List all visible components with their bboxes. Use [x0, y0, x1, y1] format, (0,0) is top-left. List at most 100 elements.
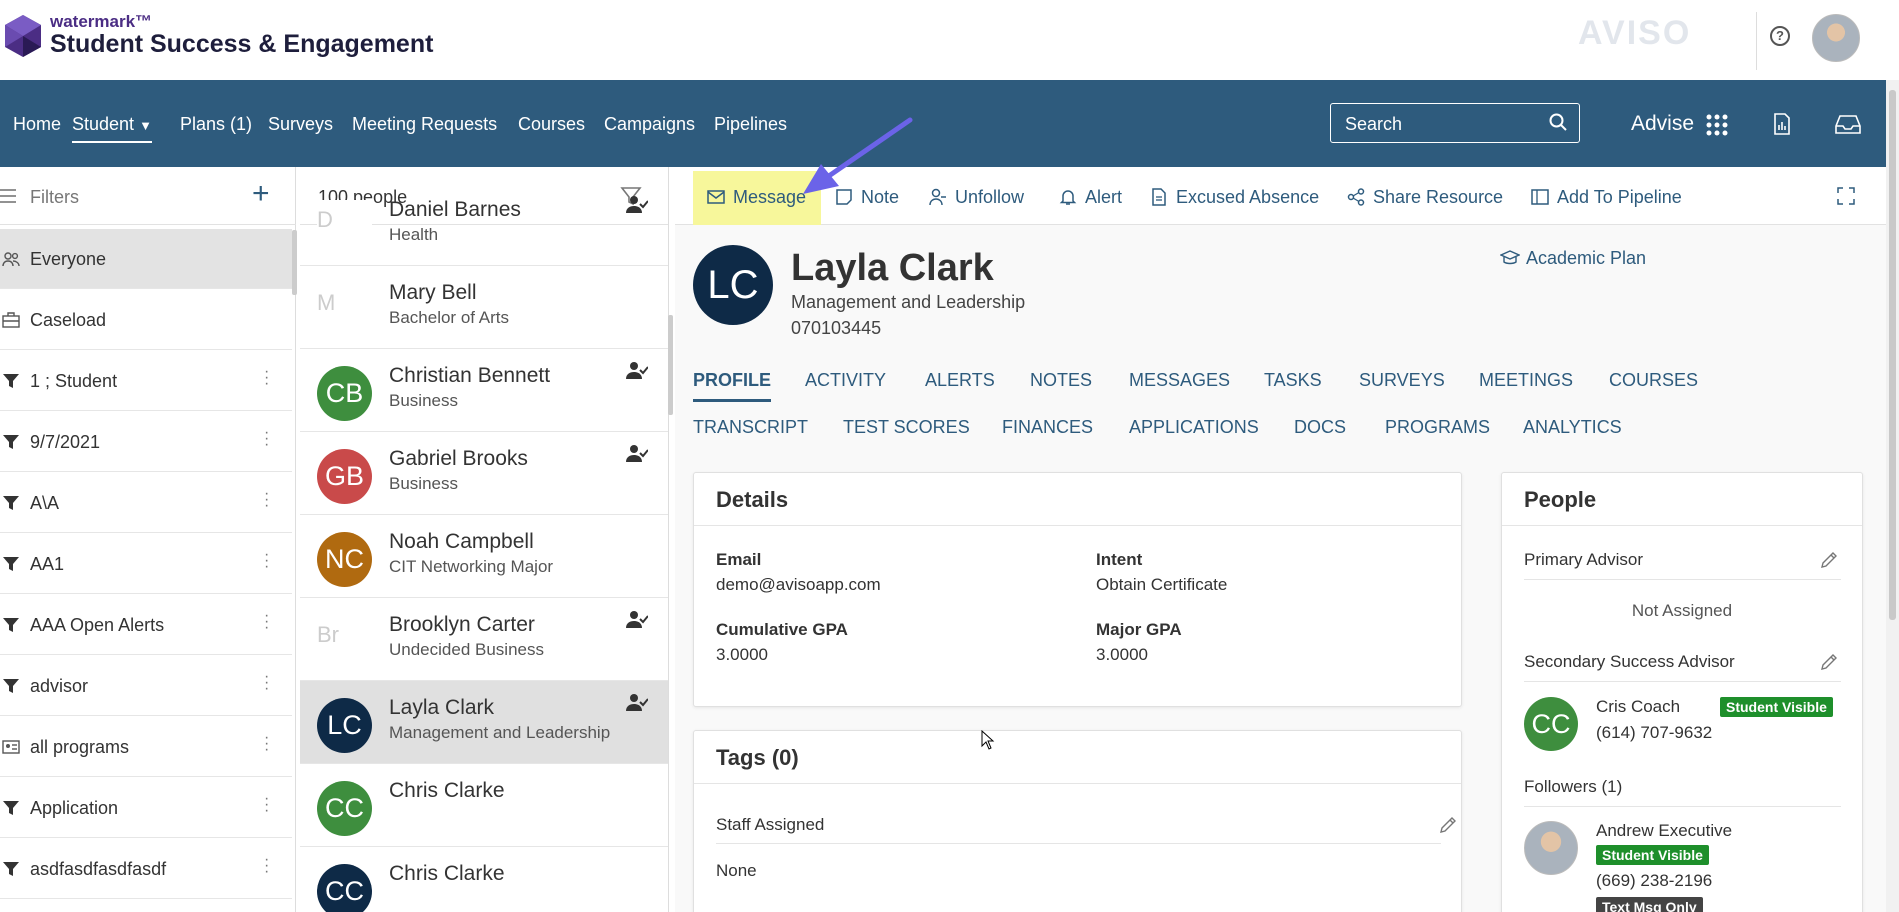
nav-campaigns[interactable]: Campaigns	[604, 114, 695, 135]
more-options-icon[interactable]: · · ·	[264, 791, 270, 819]
expand-icon[interactable]	[1837, 187, 1855, 205]
filter-item[interactable]: advisor · · ·	[0, 656, 292, 716]
more-options-icon[interactable]: · · ·	[264, 669, 270, 697]
tags-divider	[694, 783, 1461, 784]
nav-student[interactable]: Student ▼	[72, 114, 152, 143]
tab-profile[interactable]: PROFILE	[693, 370, 772, 402]
tab-docs[interactable]: DOCS	[1294, 417, 1346, 438]
more-options-icon[interactable]: · · ·	[264, 425, 270, 453]
add-filter-button[interactable]: +	[252, 177, 270, 211]
excused-absence-label: Excused Absence	[1176, 187, 1320, 207]
person-row[interactable]: CC Chris Clarke	[300, 764, 668, 847]
annotation-arrow-icon	[803, 117, 913, 194]
pipeline-icon	[1531, 189, 1549, 205]
person-row[interactable]: CB Christian Bennett Business	[300, 349, 668, 432]
filter-item[interactable]: AAA Open Alerts · · ·	[0, 595, 292, 655]
more-options-icon[interactable]: · · ·	[264, 547, 270, 575]
followed-user-check-icon	[626, 195, 649, 215]
followers-divider	[1524, 806, 1841, 807]
filter-item[interactable]: asdfasdfasdfasdf · · ·	[0, 839, 292, 899]
filter-item-label: 1 ; Student	[30, 371, 118, 391]
secondary-advisor-label: Secondary Success Advisor	[1524, 652, 1735, 671]
filter-item-label: A\A	[30, 493, 60, 513]
filter-item[interactable]: Application · · ·	[0, 778, 292, 838]
tab-messages[interactable]: MESSAGES	[1129, 370, 1230, 391]
tab-analytics[interactable]: ANALYTICS	[1523, 417, 1622, 438]
secondary-divider	[1524, 681, 1841, 682]
person-row[interactable]: Br Brooklyn Carter Undecided Business	[300, 598, 668, 681]
tab-applications[interactable]: APPLICATIONS	[1129, 417, 1259, 438]
tab-finances[interactable]: FINANCES	[1002, 417, 1093, 438]
secondary-advisor-phone[interactable]: (614) 707-9632	[1596, 723, 1712, 743]
filters-panel: Filters + Everyone Caseload 1 ; Student · · ·…	[0, 167, 297, 912]
filter-item[interactable]: 9/7/2021 · · ·	[0, 412, 292, 472]
inbox-icon[interactable]	[1834, 112, 1862, 136]
page-scrollbar-thumb[interactable]	[1889, 90, 1896, 620]
text-msg-only-badge: Text Msg Only	[1596, 897, 1703, 912]
person-program: Bachelor of Arts	[389, 308, 510, 327]
user-avatar[interactable]	[1812, 14, 1860, 62]
follower-phone[interactable]: (669) 238-2196	[1596, 871, 1712, 891]
filter-item-label: 9/7/2021	[30, 432, 101, 452]
person-row[interactable]: GB Gabriel Brooks Business	[300, 432, 668, 515]
tab-programs[interactable]: PROGRAMS	[1385, 417, 1490, 438]
tags-card: Tags (0) Staff Assigned None	[693, 730, 1462, 912]
advise-menu[interactable]: Advise	[1631, 112, 1694, 136]
hamburger-icon[interactable]	[0, 189, 16, 203]
help-icon[interactable]: ?	[1770, 26, 1790, 46]
person-name: Mary Bell	[389, 281, 477, 304]
filter-item[interactable]: AA1 · · ·	[0, 534, 292, 594]
person-program: CIT Networking Major	[389, 557, 554, 576]
followed-user-check-icon	[626, 693, 649, 713]
person-row[interactable]: LC Layla Clark Management and Leadership	[300, 681, 668, 764]
edit-primary-advisor-pencil-icon[interactable]	[1819, 550, 1839, 570]
nav-plans[interactable]: Plans (1)	[180, 114, 252, 135]
primary-advisor-label: Primary Advisor	[1524, 550, 1644, 569]
alert-label: Alert	[1085, 187, 1123, 207]
more-options-icon[interactable]: · · ·	[264, 486, 270, 514]
person-row[interactable]: M Mary Bell Bachelor of Arts	[300, 266, 668, 349]
watermark-logo-icon	[5, 15, 41, 57]
email-value: demo@avisoapp.com	[716, 575, 881, 594]
more-options-icon[interactable]: · · ·	[264, 852, 270, 880]
tab-test-scores[interactable]: TEST SCORES	[843, 417, 970, 438]
apps-grid-icon[interactable]	[1706, 114, 1728, 136]
filter-item[interactable]: 1 ; Student · · ·	[0, 351, 292, 411]
tab-surveys[interactable]: SURVEYS	[1359, 370, 1445, 391]
nav-home[interactable]: Home	[13, 114, 61, 135]
person-row[interactable]: CC Chris Clarke	[300, 847, 668, 912]
tab-transcript[interactable]: TRANSCRIPT	[693, 417, 808, 438]
followed-user-check-icon	[626, 444, 649, 464]
filter-item[interactable]: all programs · · ·	[0, 717, 292, 777]
secondary-advisor-name[interactable]: Cris Coach	[1596, 697, 1680, 717]
filter-item[interactable]: Caseload	[0, 290, 292, 350]
report-icon[interactable]	[1770, 112, 1794, 136]
follower-name[interactable]: Andrew Executive	[1596, 821, 1732, 841]
search-icon[interactable]	[1549, 113, 1567, 131]
tab-alerts[interactable]: ALERTS	[925, 370, 995, 391]
more-options-icon[interactable]: · · ·	[264, 730, 270, 758]
more-options-icon[interactable]: · · ·	[264, 364, 270, 392]
people-scrollbar[interactable]	[668, 315, 673, 415]
person-row[interactable]: D Daniel Barnes Health	[300, 183, 668, 266]
staff-assigned-value: None	[716, 861, 757, 880]
edit-staff-pencil-icon[interactable]	[1438, 815, 1458, 835]
nav-courses[interactable]: Courses	[518, 114, 585, 135]
nav-pipelines[interactable]: Pipelines	[714, 114, 787, 135]
briefcase-icon	[2, 312, 20, 328]
person-name: Gabriel Brooks	[389, 447, 528, 470]
nav-meeting-requests[interactable]: Meeting Requests	[352, 114, 497, 135]
tab-notes[interactable]: NOTES	[1030, 370, 1092, 391]
edit-secondary-advisor-pencil-icon[interactable]	[1819, 652, 1839, 672]
search-input[interactable]: Search	[1330, 103, 1580, 143]
tab-meetings[interactable]: MEETINGS	[1479, 370, 1573, 391]
tab-courses[interactable]: COURSES	[1609, 370, 1698, 391]
tab-activity[interactable]: ACTIVITY	[805, 370, 886, 391]
tab-tasks[interactable]: TASKS	[1264, 370, 1322, 391]
filter-item[interactable]: A\A · · ·	[0, 473, 292, 533]
nav-surveys[interactable]: Surveys	[268, 114, 333, 135]
filter-item[interactable]: Everyone	[0, 229, 292, 289]
more-options-icon[interactable]: · · ·	[264, 608, 270, 636]
filters-scrollbar[interactable]	[292, 230, 297, 295]
person-row[interactable]: NC Noah Campbell CIT Networking Major	[300, 515, 668, 598]
